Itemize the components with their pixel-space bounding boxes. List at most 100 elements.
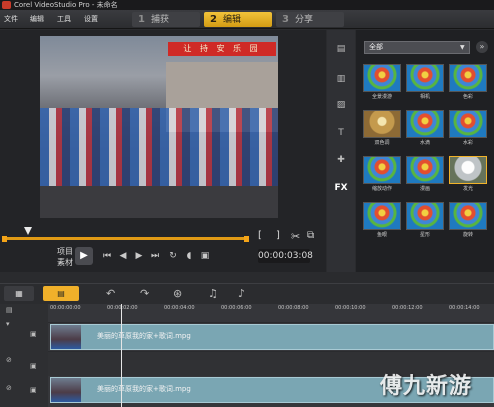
clip-mode-label[interactable]: 素材 — [57, 258, 73, 268]
link-icon[interactable]: ⊘ — [6, 356, 12, 364]
preview-banner: 让 持 安 乐 园 — [168, 42, 276, 56]
split-clip-icon[interactable]: ✂ — [291, 230, 300, 243]
mark-out-button[interactable]: ] — [276, 231, 280, 241]
filter-caption: 缩放动作 — [371, 186, 392, 192]
overlay-track-icon[interactable]: ▣ — [30, 386, 37, 394]
clip-name: 美丽的草原我的家+歌词.mpg — [97, 385, 191, 393]
filter-caption: 相机 — [419, 94, 430, 100]
filter-thumbnail[interactable]: 鱼眼 — [363, 202, 401, 242]
transition-icon[interactable]: ▨ — [332, 98, 350, 112]
clip-name: 美丽的草原我的家+歌词.mpg — [97, 332, 191, 340]
timeline-playhead[interactable] — [121, 304, 122, 407]
filter-thumbnail-selected[interactable]: 发光 — [449, 156, 487, 196]
step-label: 编辑 — [222, 15, 241, 25]
go-to-start-icon[interactable]: ⏮ — [101, 250, 113, 262]
filter-caption: 全景漫游 — [371, 94, 392, 100]
library-category-select[interactable]: 全部 — [364, 41, 470, 54]
filter-caption: 漫画 — [419, 186, 430, 192]
step-number: 3 — [282, 14, 289, 25]
ruler-label: 00:00:02:00 — [107, 305, 138, 311]
video-track-icon[interactable]: ▣ — [30, 330, 37, 338]
media-library-icon[interactable]: ▤ — [332, 42, 350, 56]
balloon-thumbnail-image — [406, 156, 444, 184]
filter-caption: 旋转 — [462, 232, 473, 238]
filter-thumbnail[interactable]: 水彩 — [449, 110, 487, 150]
filter-caption: 双色调 — [374, 140, 390, 146]
preview-window: 让 持 安 乐 园 — [40, 36, 278, 218]
window-title: Corel VideoStudio Pro - 未命名 — [0, 0, 494, 10]
storyboard-view-button[interactable]: ▦ — [4, 286, 34, 301]
step-edit-tab[interactable]: 2 编辑 — [204, 12, 272, 27]
filter-thumbnail[interactable]: 缩放动作 — [363, 156, 401, 196]
balloon-thumbnail-image — [449, 110, 487, 138]
filter-caption: 水彩 — [462, 140, 473, 146]
filter-thumbnail[interactable]: 漫画 — [406, 156, 444, 196]
filter-caption: 色彩 — [462, 94, 473, 100]
library-tab-strip — [327, 30, 355, 272]
balloon-thumbnail-image — [406, 202, 444, 230]
chevron-down-icon: ▼ — [460, 44, 465, 51]
next-frame-icon[interactable]: ▶ — [133, 250, 145, 262]
menu-tools[interactable]: 工具 — [57, 13, 71, 25]
filter-thumbnail[interactable]: 色彩 — [449, 64, 487, 104]
filter-thumbnail[interactable]: 全景漫游 — [363, 64, 401, 104]
balloon-thumbnail-image — [406, 64, 444, 92]
filter-thumbnail[interactable]: 旋转 — [449, 202, 487, 242]
step-number: 1 — [138, 14, 145, 25]
step-share-tab[interactable]: 3 分享 — [276, 12, 344, 27]
play-button[interactable]: ▶ — [75, 247, 93, 265]
filter-thumbnail[interactable]: 双色调 — [363, 110, 401, 150]
record-capture-icon[interactable]: ⊛ — [173, 286, 182, 301]
step-label: 分享 — [294, 15, 313, 25]
timecode-display[interactable]: 00:00:03:08 — [258, 249, 313, 263]
track-manager-icon[interactable]: ▤ — [6, 306, 13, 314]
ruler-label: 00:00:10:00 — [335, 305, 366, 311]
sound-mixer-icon[interactable]: ♫ — [208, 286, 218, 301]
filter-fx-icon[interactable]: FX — [332, 181, 350, 195]
undo-icon[interactable]: ↶ — [106, 286, 115, 301]
filter-thumbnail[interactable]: 相机 — [406, 64, 444, 104]
project-mode-label[interactable]: 项目 — [57, 247, 73, 257]
chevron-down-icon[interactable]: ▾ — [6, 320, 10, 328]
step-number: 2 — [210, 14, 217, 25]
graphic-icon[interactable]: ✚ — [332, 153, 350, 167]
trim-end-handle[interactable] — [244, 236, 249, 242]
filter-thumbnail[interactable]: 星形 — [406, 202, 444, 242]
link-icon[interactable]: ⊘ — [6, 384, 12, 392]
auto-music-icon[interactable]: ♪ — [238, 286, 245, 301]
balloon-thumbnail-image — [363, 110, 401, 138]
ruler-label: 00:00:04:00 — [164, 305, 195, 311]
balloon-thumbnail-image — [449, 64, 487, 92]
balloon-thumbnail-image — [363, 156, 401, 184]
mark-in-button[interactable]: [ — [258, 231, 262, 241]
step-capture-tab[interactable]: 1 捕获 — [132, 12, 200, 27]
balloon-thumbnail-image — [449, 202, 487, 230]
clip-thumbnail — [51, 378, 81, 402]
ruler-label: 00:00:12:00 — [392, 305, 423, 311]
filter-caption: 发光 — [462, 186, 473, 192]
volume-icon[interactable]: ◖ — [183, 250, 195, 262]
trim-start-handle[interactable] — [2, 236, 7, 242]
previous-frame-icon[interactable]: ◀ — [117, 250, 129, 262]
scrub-bar[interactable] — [4, 237, 248, 240]
redo-icon[interactable]: ↷ — [140, 286, 149, 301]
menu-file[interactable]: 文件 — [4, 13, 18, 25]
step-label: 捕获 — [150, 15, 169, 25]
timeline-view-button[interactable]: ▤ — [43, 286, 79, 301]
go-to-end-icon[interactable]: ⏭ — [149, 250, 161, 262]
hd-preview-icon[interactable]: ▣ — [199, 250, 211, 262]
library-options-icon[interactable]: » — [476, 41, 488, 53]
instant-project-icon[interactable]: ▥ — [332, 72, 350, 86]
balloon-thumbnail-image — [363, 64, 401, 92]
title-icon[interactable]: T — [332, 126, 350, 140]
menu-edit[interactable]: 编辑 — [30, 13, 44, 25]
timeline-clip[interactable]: 美丽的草原我的家+歌词.mpg — [50, 324, 494, 350]
menu-settings[interactable]: 设置 — [84, 13, 98, 25]
repeat-icon[interactable]: ↻ — [167, 250, 179, 262]
overlay-track-icon[interactable]: ▣ — [30, 362, 37, 370]
filter-thumbnail[interactable]: 水滴 — [406, 110, 444, 150]
ruler-label: 00:00:08:00 — [278, 305, 309, 311]
watermark: 傅九新游 — [380, 374, 473, 399]
enlarge-preview-icon[interactable]: ⧉ — [307, 230, 314, 241]
balloon-thumbnail-image — [449, 156, 487, 184]
